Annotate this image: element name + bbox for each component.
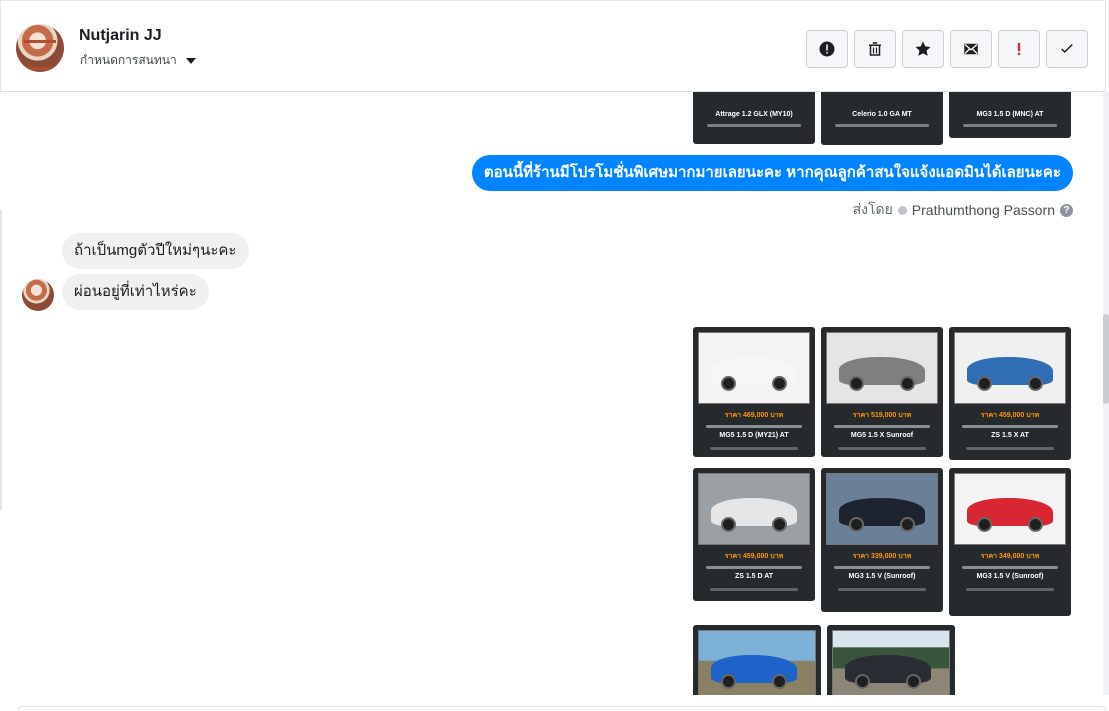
car-card-1[interactable]: ราคา 469,000 บาท MG5 1.5 D (MY21) AT xyxy=(693,327,815,457)
car-image-6 xyxy=(967,498,1053,532)
contact-name[interactable]: Nutjarin JJ xyxy=(79,27,162,45)
incoming-message-bubble-1[interactable]: ถ้าเป็นmgตัวปีใหม่ๆนะคะ xyxy=(62,233,249,269)
car-price-6: ราคา 349,000 บาท xyxy=(980,553,1040,560)
car-image-7 xyxy=(711,655,797,689)
contact-avatar[interactable] xyxy=(16,24,64,72)
star-button[interactable] xyxy=(902,30,944,68)
alert-circle-icon xyxy=(819,41,835,57)
car-image-1 xyxy=(711,357,797,391)
card-detail-line xyxy=(706,425,802,428)
car-model-4: ZS 1.5 D AT xyxy=(734,573,774,580)
exclamation-icon xyxy=(1017,43,1021,55)
car-photo-6 xyxy=(954,473,1066,545)
delete-button[interactable] xyxy=(854,30,896,68)
car-model-5: MG3 1.5 V (Sunroof) xyxy=(848,573,916,580)
mark-unread-button[interactable] xyxy=(950,30,992,68)
car-image-4 xyxy=(711,498,797,532)
car-card-5[interactable]: ราคา 339,000 บาท MG3 1.5 V (Sunroof) xyxy=(821,468,943,612)
mark-spam-button[interactable] xyxy=(806,30,848,68)
car-price-1: ราคา 469,000 บาท xyxy=(724,412,784,419)
agent-status-icon xyxy=(897,205,907,215)
car-image-3 xyxy=(967,357,1053,391)
card-detail-line xyxy=(963,124,1057,127)
outgoing-message-bubble[interactable]: ตอนนี้ที่ร้านมีโปรโมชั่นพิเศษมากมายเลยนะ… xyxy=(471,155,1073,191)
trash-icon xyxy=(869,42,881,56)
car-image-8 xyxy=(845,655,931,689)
sent-by-label: ส่งโดย xyxy=(852,201,893,217)
message-scrollbar[interactable] xyxy=(1103,92,1109,695)
car-card-8-partial[interactable] xyxy=(827,625,955,695)
header-actions xyxy=(806,30,1088,68)
car-card-7-partial[interactable] xyxy=(693,625,821,695)
mark-done-button[interactable] xyxy=(1046,30,1088,68)
previous-car-card-2[interactable]: Celerio 1.0 GA MT xyxy=(821,92,943,145)
car-photo-4 xyxy=(698,473,810,545)
card-detail-line xyxy=(835,124,929,127)
conversation-header: Nutjarin JJ กำหนดการสนทนา xyxy=(0,0,1106,92)
previous-car-model-1: Attrage 1.2 GLX (MY10) xyxy=(715,111,793,118)
previous-car-card-3[interactable]: MG3 1.5 D (MNC) AT xyxy=(949,92,1071,138)
message-thread[interactable]: Attrage 1.2 GLX (MY10) Celerio 1.0 GA MT… xyxy=(0,92,1102,695)
car-photo-1 xyxy=(698,332,810,404)
help-icon[interactable]: ? xyxy=(1060,203,1073,217)
card-detail-line xyxy=(834,425,930,428)
car-price-4: ราคา 459,000 บาท xyxy=(724,553,784,560)
car-image-5 xyxy=(839,498,925,532)
previous-car-model-2: Celerio 1.0 GA MT xyxy=(852,111,912,118)
conversation-status-label: กำหนดการสนทนา xyxy=(80,53,177,67)
card-detail-line xyxy=(707,124,801,127)
card-footer-line xyxy=(966,588,1054,591)
car-card-4[interactable]: ราคา 459,000 บาท ZS 1.5 D AT xyxy=(693,468,815,601)
car-model-3: ZS 1.5 X AT xyxy=(991,432,1029,439)
card-detail-line xyxy=(962,566,1058,569)
car-image-2 xyxy=(839,357,925,391)
mail-icon xyxy=(964,43,978,55)
car-photo-2 xyxy=(826,332,938,404)
car-price-2: ราคา 519,000 บาท xyxy=(852,412,912,419)
follow-up-button[interactable] xyxy=(998,30,1040,68)
caret-down-icon xyxy=(185,58,196,64)
agent-name[interactable]: Prathumthong Passorn xyxy=(912,202,1055,218)
card-detail-line xyxy=(834,566,930,569)
car-price-3: ราคา 459,000 บาท xyxy=(980,412,1040,419)
star-icon xyxy=(915,41,931,56)
card-footer-line xyxy=(838,588,926,591)
car-model-1: MG5 1.5 D (MY21) AT xyxy=(719,432,789,439)
contact-avatar-small[interactable] xyxy=(22,279,54,311)
car-card-3[interactable]: ราคา 459,000 บาท ZS 1.5 X AT xyxy=(949,327,1071,460)
card-footer-line xyxy=(838,447,926,450)
car-card-2[interactable]: ราคา 519,000 บาท MG5 1.5 X Sunroof xyxy=(821,327,943,457)
car-photo-3 xyxy=(954,332,1066,404)
sent-by-row: ส่งโดย Prathumthong Passorn ? xyxy=(853,199,1073,221)
car-photo-5 xyxy=(826,473,938,545)
car-price-5: ราคา 339,000 บาท xyxy=(852,553,912,560)
message-composer[interactable] xyxy=(18,706,1106,711)
card-detail-line xyxy=(962,425,1058,428)
conversation-status-dropdown[interactable]: กำหนดการสนทนา xyxy=(80,51,196,70)
card-footer-line xyxy=(710,588,798,591)
car-photo-7 xyxy=(698,630,816,695)
card-footer-line xyxy=(710,447,798,450)
card-footer-line xyxy=(966,447,1054,450)
incoming-message-bubble-2[interactable]: ผ่อนอยู่ที่เท่าไหร่คะ xyxy=(62,274,209,310)
previous-car-model-3: MG3 1.5 D (MNC) AT xyxy=(976,111,1044,118)
previous-car-card-1[interactable]: Attrage 1.2 GLX (MY10) xyxy=(693,92,815,144)
car-card-6[interactable]: ราคา 349,000 บาท MG3 1.5 V (Sunroof) xyxy=(949,468,1071,616)
scroll-thumb[interactable] xyxy=(1103,314,1109,404)
card-detail-line xyxy=(706,566,802,569)
check-icon xyxy=(1061,43,1073,54)
car-model-6: MG3 1.5 V (Sunroof) xyxy=(976,573,1044,580)
car-model-2: MG5 1.5 X Sunroof xyxy=(850,432,914,439)
car-photo-8 xyxy=(832,630,950,695)
